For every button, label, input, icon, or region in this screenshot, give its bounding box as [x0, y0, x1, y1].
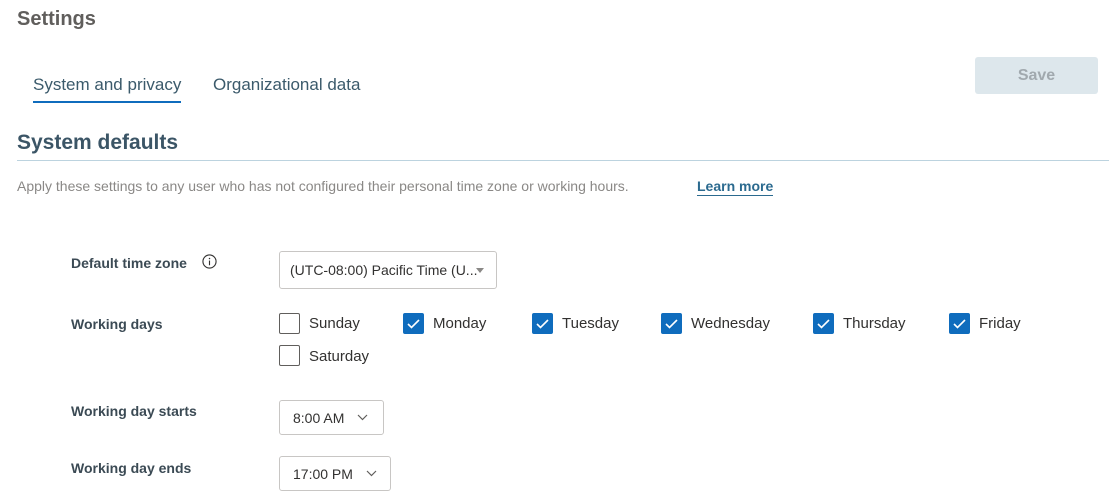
info-icon[interactable] — [202, 254, 217, 269]
day-label-tuesday: Tuesday — [562, 315, 619, 332]
day-label-sunday: Sunday — [309, 315, 360, 332]
checkbox-tuesday[interactable] — [532, 313, 553, 334]
active-tab-indicator — [33, 101, 181, 103]
day-label-thursday: Thursday — [843, 315, 906, 332]
checkbox-saturday[interactable] — [279, 345, 300, 366]
checkmark-icon — [665, 318, 678, 329]
time-zone-value: (UTC-08:00) Pacific Time (U... — [290, 262, 478, 278]
day-label-monday: Monday — [433, 315, 487, 332]
section-title: System defaults — [17, 131, 179, 154]
day-label-saturday: Saturday — [309, 348, 370, 365]
checkmark-icon — [817, 318, 830, 329]
save-button[interactable]: Save — [975, 57, 1098, 94]
working-day-starts-label: Working day starts — [71, 403, 197, 419]
checkmark-icon — [953, 318, 966, 329]
working-days-label: Working days — [71, 316, 163, 332]
day-label-wednesday: Wednesday — [691, 315, 770, 332]
start-time-value: 8:00 AM — [293, 409, 345, 426]
chevron-down-icon — [366, 470, 377, 477]
section-description: Apply these settings to any user who has… — [17, 178, 629, 194]
checkbox-friday[interactable] — [949, 313, 970, 334]
checkbox-thursday[interactable] — [813, 313, 834, 334]
start-time-dropdown[interactable]: 8:00 AM — [279, 400, 384, 435]
tab-organizational-data[interactable]: Organizational data — [213, 75, 360, 95]
page-title: Settings — [17, 8, 96, 30]
working-day-ends-label: Working day ends — [71, 460, 192, 476]
section-divider — [17, 160, 1109, 161]
tab-system-and-privacy[interactable]: System and privacy — [33, 75, 181, 95]
time-zone-dropdown[interactable]: (UTC-08:00) Pacific Time (U... — [279, 251, 497, 289]
end-time-value: 17:00 PM — [293, 465, 353, 482]
time-zone-label: Default time zone — [71, 255, 187, 271]
checkbox-wednesday[interactable] — [661, 313, 682, 334]
checkbox-monday[interactable] — [403, 313, 424, 334]
caret-down-icon — [476, 268, 484, 273]
checkmark-icon — [407, 318, 420, 329]
day-label-friday: Friday — [979, 315, 1021, 332]
end-time-dropdown[interactable]: 17:00 PM — [279, 456, 391, 491]
checkbox-sunday[interactable] — [279, 313, 300, 334]
learn-more-link[interactable]: Learn more — [697, 178, 774, 196]
checkmark-icon — [536, 318, 549, 329]
chevron-down-icon — [357, 414, 368, 421]
